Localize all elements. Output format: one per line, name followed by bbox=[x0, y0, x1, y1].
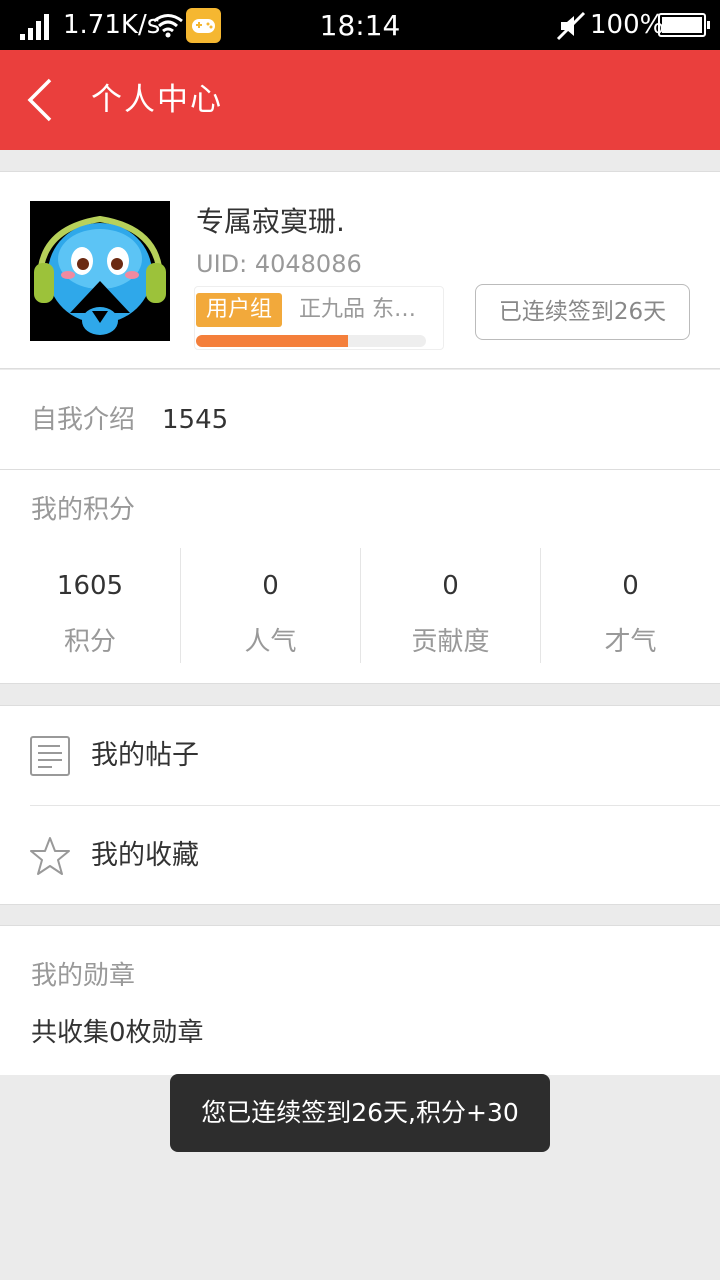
user-group-badge: 用户组 正九品 东… bbox=[194, 286, 444, 350]
page-title: 个人中心 bbox=[91, 82, 223, 118]
menu-label-favorites: 我的收藏 bbox=[91, 840, 199, 871]
stat-value: 0 bbox=[622, 571, 639, 601]
stat-label: 贡献度 bbox=[411, 627, 490, 657]
medals-section-title: 我的勋章 bbox=[31, 961, 136, 991]
group-tag: 用户组 bbox=[196, 293, 283, 327]
status-bar: 1.71K/s 18:14 100% bbox=[0, 0, 720, 50]
user-id: UID: 4048086 bbox=[196, 250, 362, 278]
stat-talent[interactable]: 0 才气 bbox=[540, 548, 720, 663]
stat-value: 1605 bbox=[56, 571, 124, 601]
menu-label-posts: 我的帖子 bbox=[91, 740, 199, 771]
stat-popularity[interactable]: 0 人气 bbox=[180, 548, 360, 663]
medals-section: 我的勋章 共收集0枚勋章 bbox=[0, 925, 720, 1075]
battery-percent: 100% bbox=[590, 10, 665, 40]
menu-item-my-favorites[interactable]: 我的收藏 bbox=[0, 806, 720, 905]
chevron-left-icon[interactable] bbox=[24, 78, 56, 122]
stat-label: 积分 bbox=[63, 627, 116, 657]
title-bar: 个人中心 bbox=[0, 50, 720, 150]
menu-item-my-posts[interactable]: 我的帖子 bbox=[0, 706, 720, 806]
toast-message: 您已连续签到26天,积分+30 bbox=[170, 1074, 550, 1152]
level-progress-bar bbox=[196, 335, 426, 347]
level-progress-fill bbox=[196, 335, 348, 347]
profile-card: 专属寂寞珊. UID: 4048086 用户组 正九品 东… 已连续签到26天 bbox=[0, 171, 720, 369]
sign-in-button[interactable]: 已连续签到26天 bbox=[475, 284, 690, 340]
avatar[interactable] bbox=[30, 201, 170, 341]
battery-icon bbox=[658, 13, 710, 37]
medal-count: 共收集0枚勋章 bbox=[31, 1018, 204, 1048]
points-section-title: 我的积分 bbox=[31, 495, 136, 525]
stat-value: 0 bbox=[442, 571, 459, 601]
self-intro-value: 1545 bbox=[162, 405, 229, 435]
menu-list: 我的帖子 我的收藏 bbox=[0, 705, 720, 905]
self-intro-row[interactable]: 自我介绍 1545 bbox=[0, 370, 720, 470]
document-icon bbox=[30, 736, 70, 776]
mute-icon bbox=[556, 11, 586, 41]
group-rank: 正九品 东… bbox=[299, 297, 416, 322]
stat-label: 才气 bbox=[604, 627, 657, 657]
stat-contribution[interactable]: 0 贡献度 bbox=[360, 548, 540, 663]
stat-points[interactable]: 1605 积分 bbox=[0, 548, 180, 663]
username: 专属寂寞珊. bbox=[196, 205, 345, 238]
points-section: 我的积分 1605 积分 0 人气 0 贡献度 0 才气 bbox=[0, 470, 720, 684]
stat-value: 0 bbox=[262, 571, 279, 601]
self-intro-label: 自我介绍 bbox=[31, 405, 136, 435]
star-icon bbox=[30, 837, 70, 875]
stat-label: 人气 bbox=[244, 627, 297, 657]
